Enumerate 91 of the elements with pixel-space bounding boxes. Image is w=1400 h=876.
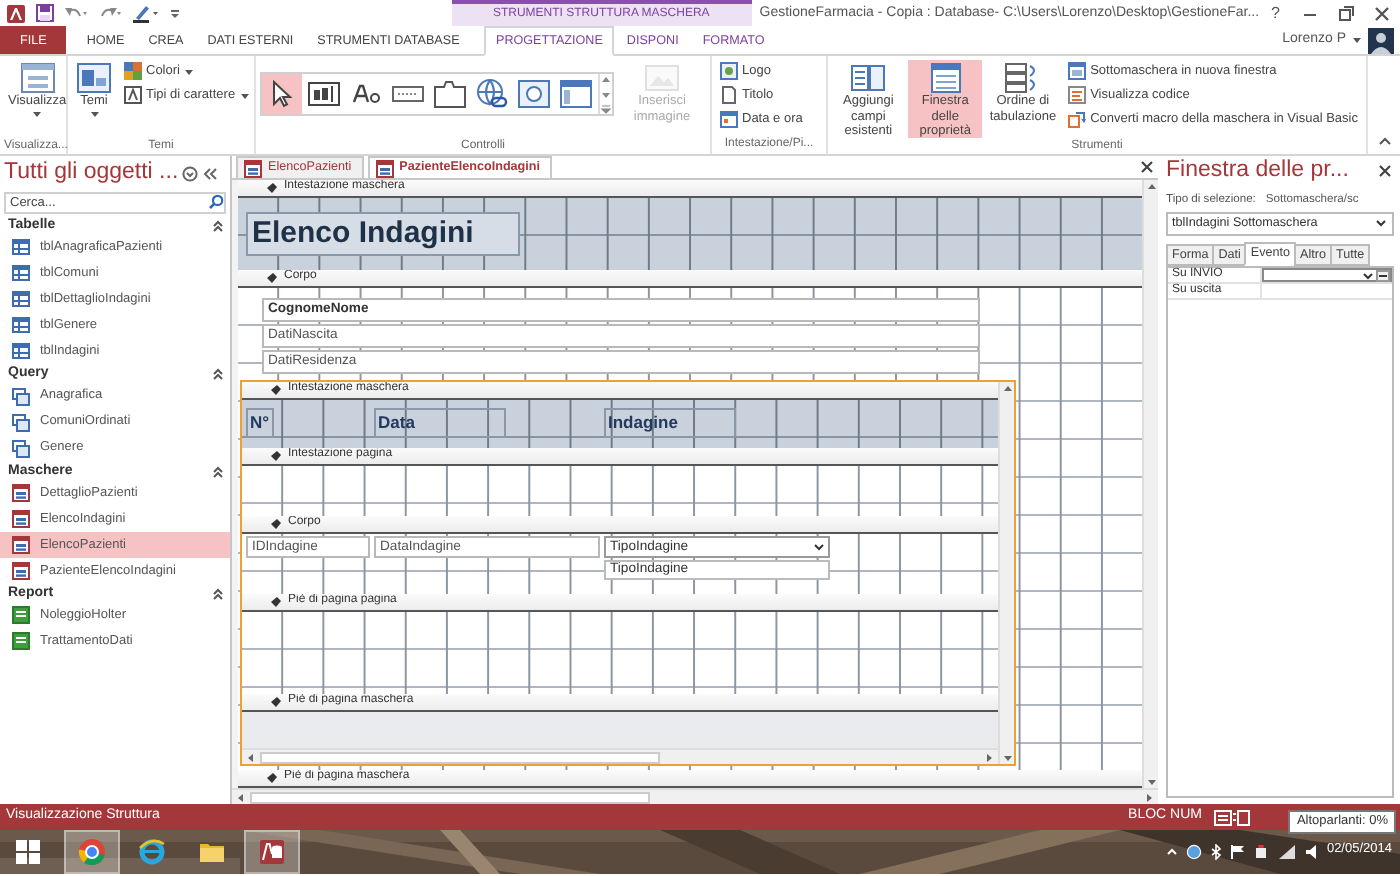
macro-convert-icon: [1068, 110, 1087, 128]
table-icon: [12, 264, 30, 283]
pane-menu-icon[interactable]: [182, 165, 199, 182]
font-box-icon: [124, 86, 142, 104]
report-icon: [12, 632, 30, 651]
vertical-scrollbar[interactable]: [998, 382, 1014, 764]
folder-icon: [198, 838, 226, 866]
flag-icon[interactable]: [1230, 843, 1247, 860]
start-icon[interactable]: [16, 840, 40, 864]
collapse-group-icon[interactable]: [212, 368, 224, 381]
redo-icon[interactable]: [98, 4, 122, 22]
property-sheet-icon: [927, 62, 964, 94]
color-swatch-icon: [124, 62, 142, 80]
hyperlink-icon: [476, 78, 508, 110]
network-icon[interactable]: [1186, 843, 1203, 860]
volume-icon[interactable]: [1304, 843, 1319, 860]
bluetooth-icon[interactable]: [1210, 843, 1223, 860]
horizontal-scrollbar[interactable]: [232, 788, 1158, 804]
pane-title: Tutti gli oggetti ...: [2, 160, 179, 188]
scroll-up-icon[interactable]: [600, 74, 612, 84]
label-icon: [350, 82, 382, 106]
caret-icon: [1352, 36, 1362, 44]
customize-icon[interactable]: [170, 7, 180, 19]
table-icon: [12, 316, 30, 335]
button-control-icon: [392, 84, 424, 104]
document-icon: [720, 86, 738, 104]
section-marker-icon: [270, 384, 282, 396]
web-browser-icon: [518, 80, 550, 108]
caret-icon: [32, 109, 43, 117]
report-icon: [12, 606, 30, 625]
tab-control-icon: [434, 80, 466, 108]
database-app-icon: [258, 838, 286, 866]
chrome-icon: [78, 838, 106, 866]
help-button[interactable]: ?: [1259, 1, 1292, 25]
layout-view-icon[interactable]: [1232, 809, 1250, 825]
tab-order-icon: [1004, 62, 1041, 94]
field-list-icon: [850, 62, 887, 94]
subform-window-icon: [1068, 62, 1087, 80]
text-box-icon: [308, 82, 340, 106]
caret-icon: [239, 91, 250, 99]
calendar-icon: [720, 110, 738, 128]
pane-title: Finestra delle pr...: [1166, 158, 1349, 186]
horizontal-scrollbar[interactable]: [242, 748, 998, 764]
database-app-icon: [6, 3, 26, 23]
scroll-up-icon[interactable]: [1001, 382, 1013, 394]
table-icon: [12, 290, 30, 309]
close-icon[interactable]: [1378, 164, 1392, 179]
collapse-ribbon-icon[interactable]: [1378, 136, 1392, 146]
caret-icon: [183, 67, 194, 75]
property-value-field[interactable]: [1262, 267, 1392, 282]
table-icon: [12, 342, 30, 361]
close-icon[interactable]: [1140, 160, 1154, 174]
collapse-group-icon[interactable]: [212, 219, 224, 232]
code-icon: [1068, 86, 1087, 104]
undo-icon[interactable]: [64, 4, 88, 22]
collapse-group-icon[interactable]: [212, 588, 224, 601]
pointer-icon: [268, 80, 296, 108]
taskbar-button[interactable]: [244, 830, 300, 874]
vertical-scrollbar[interactable]: [1142, 180, 1158, 788]
more-icon[interactable]: [600, 104, 612, 114]
power-icon[interactable]: [1254, 843, 1271, 860]
save-icon[interactable]: [36, 4, 54, 22]
theme-icon: [76, 62, 112, 94]
browser-icon: [138, 838, 166, 866]
logo-icon: [720, 62, 738, 80]
builder-button-icon[interactable]: [1376, 269, 1390, 282]
form-view-icon: [19, 62, 56, 94]
form-view-icon[interactable]: [1214, 809, 1232, 825]
collapse-group-icon[interactable]: [212, 465, 224, 478]
control-tool-button[interactable]: [262, 74, 302, 114]
caret-icon: [89, 109, 99, 117]
collapse-pane-icon[interactable]: [202, 165, 219, 182]
column-label: Data: [374, 408, 506, 438]
column-label: N°: [246, 408, 274, 438]
form-icon: [12, 561, 30, 580]
table-icon: [12, 238, 30, 257]
form-icon: [12, 509, 30, 528]
form-icon: [12, 535, 30, 554]
control-tool-button[interactable]: [556, 74, 596, 114]
picture-frame-icon: [644, 62, 680, 94]
navigation-control-icon: [560, 80, 592, 108]
scroll-down-icon[interactable]: [600, 89, 612, 99]
form-title-label: Elenco Indagini: [246, 212, 520, 256]
form-icon: [12, 483, 30, 502]
show-hidden-icon[interactable]: [1166, 845, 1179, 858]
taskbar-button[interactable]: [64, 830, 120, 874]
control-tool-button[interactable]: [514, 74, 554, 114]
scroll-down-icon[interactable]: [1001, 752, 1013, 764]
search-icon[interactable]: [208, 194, 224, 211]
column-label: Indagine: [604, 408, 736, 438]
pencil-icon[interactable]: [132, 3, 160, 23]
